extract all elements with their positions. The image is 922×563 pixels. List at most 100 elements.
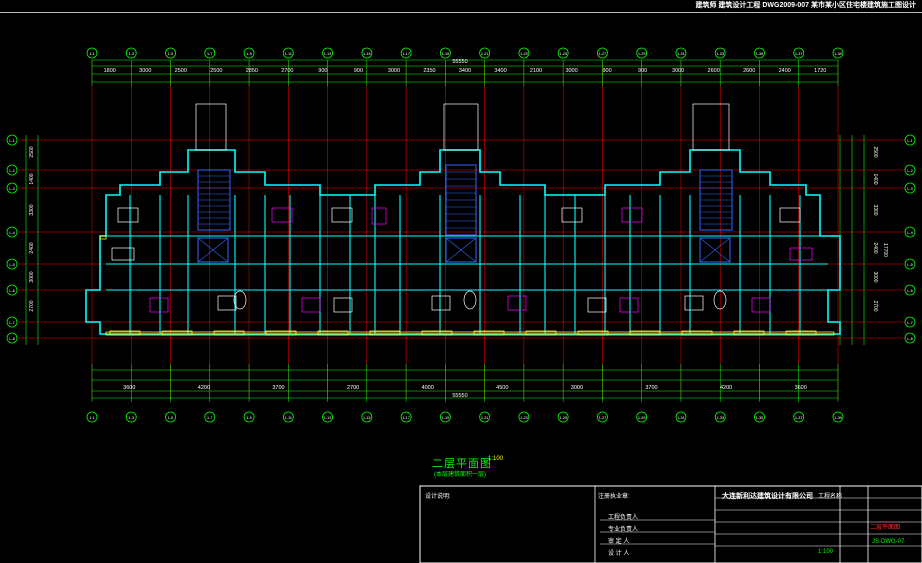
dim-top-text-19: 2400 — [779, 68, 791, 74]
dim-bottom-text-0: 3600 — [123, 385, 135, 391]
dim-left-text-4: 3000 — [29, 271, 35, 282]
axis-label-right-3: L-4 — [907, 231, 913, 235]
axis-label-top-4: 1-9 — [246, 52, 252, 56]
dim-left-text-0: 2500 — [29, 146, 35, 157]
dim-bottom-text-4: 4000 — [422, 385, 434, 391]
title-block — [419, 485, 922, 563]
axis-label-top-17: 1-35 — [756, 52, 764, 56]
axis-label-top-9: 1-19 — [442, 52, 450, 56]
dim-top-text-17: 2600 — [708, 68, 720, 74]
dim-right-text-4: 3000 — [872, 271, 878, 282]
furniture-item-6 — [333, 297, 353, 313]
furniture-item-0 — [111, 247, 135, 261]
dim-top-text-0: 1800 — [104, 68, 116, 74]
dim-top-text-12: 2100 — [530, 68, 542, 74]
axis-label-top-7: 1-15 — [363, 52, 371, 56]
axis-label-bot-13: 1-27 — [599, 416, 607, 420]
dim-top-text-7: 900 — [354, 68, 363, 74]
axis-label-bot-8: 1-17 — [402, 416, 410, 420]
furniture-item-5 — [301, 297, 321, 313]
axis-label-top-8: 1-17 — [402, 52, 410, 56]
furniture-item-9 — [507, 295, 527, 311]
wall-outline — [85, 103, 841, 336]
axis-label-bot-2: 1-5 — [168, 416, 174, 420]
dim-top-text-15: 900 — [638, 68, 647, 74]
title-note-label: 设计说明: — [425, 494, 451, 500]
furniture-item-8 — [431, 295, 451, 311]
furniture-item-3 — [271, 207, 293, 223]
floor-plan-drawing: 1-1 1-1 1-3 1-3 1-5 1-5 1-7 1-7 1-9 1-9 1-11 1-11 1-… — [6, 47, 922, 563]
bath-fixture-1 — [463, 290, 477, 310]
furniture-item-17 — [789, 247, 813, 261]
axis-label-top-12: 1-25 — [559, 52, 567, 56]
title-sign-label: 注册执业章: — [598, 494, 630, 500]
plan-subtitle: (本层建筑面积一层) — [434, 472, 486, 478]
axis-label-bot-4: 1-9 — [246, 416, 252, 420]
axis-label-top-16: 1-33 — [716, 52, 724, 56]
drawing-header-text: 建筑师 建筑设计工程 DWG2009-007 某市某小区住宅楼建筑施工图设计 — [695, 2, 916, 9]
axis-label-right-1: L-2 — [907, 169, 913, 173]
axis-label-top-10: 1-21 — [481, 52, 489, 56]
furniture-item-13 — [619, 297, 639, 313]
dimension-lines — [25, 59, 865, 402]
title-scale: 1:100 — [818, 549, 834, 555]
dim-bottom-text-8: 4200 — [720, 385, 732, 391]
axis-label-right-6: L-7 — [907, 321, 913, 325]
dim-top-text-13: 3000 — [565, 68, 577, 74]
axis-label-bot-10: 1-21 — [481, 416, 489, 420]
axis-label-left-1: L-2 — [9, 169, 15, 173]
axis-label-left-2: L-3 — [9, 187, 15, 191]
dim-bottom-text-6: 3000 — [571, 385, 583, 391]
axis-label-bot-17: 1-35 — [756, 416, 764, 420]
dim-top-text-10: 3400 — [459, 68, 471, 74]
axis-label-left-0: L-1 — [9, 139, 15, 143]
overall-dim-top-text: 55550 — [452, 59, 467, 65]
title-role-1: 工程负责人 — [608, 515, 639, 521]
furniture-item-16 — [779, 207, 801, 223]
axis-label-bot-19: 1-39 — [834, 416, 842, 420]
axis-label-top-19: 1-39 — [834, 52, 842, 56]
dim-bottom-text-5: 4500 — [496, 385, 508, 391]
axis-label-bot-6: 1-13 — [324, 416, 332, 420]
axis-label-left-4: L-5 — [9, 263, 15, 267]
axis-label-top-15: 1-31 — [677, 52, 685, 56]
dim-left-text-2: 3300 — [29, 204, 35, 215]
axis-label-top-18: 1-37 — [795, 52, 803, 56]
dimension-text: 1800 3000 2500 2500 2850 2700 900 900 3000 2350 34… — [29, 59, 888, 399]
overall-dim-bottom-text: 55550 — [452, 393, 467, 399]
dim-bottom-text-2: 3700 — [272, 385, 284, 391]
roof-stair-box-0 — [195, 103, 227, 151]
dim-top-text-3: 2500 — [210, 68, 222, 74]
title-block-frame — [419, 485, 922, 563]
axis-label-right-5: L-6 — [907, 289, 913, 293]
furniture-item-10 — [561, 207, 583, 223]
axis-label-bot-14: 1-29 — [638, 416, 646, 420]
roof-stair-box-2 — [692, 103, 730, 151]
axis-label-left-6: L-7 — [9, 321, 15, 325]
axis-label-top-11: 1-23 — [520, 52, 528, 56]
axis-label-left-5: L-6 — [9, 289, 15, 293]
axis-label-top-14: 1-29 — [638, 52, 646, 56]
axis-label-bot-1: 1-3 — [129, 416, 135, 420]
axis-label-right-4: L-5 — [907, 263, 913, 267]
dim-right-text-2: 3300 — [872, 204, 878, 215]
furniture-symbols — [111, 207, 813, 313]
dim-bottom-text-3: 2700 — [347, 385, 359, 391]
dim-bottom-text-7: 3700 — [645, 385, 657, 391]
title-role-4: 设 计 人 — [608, 551, 630, 557]
dim-right-text-1: 1400 — [872, 173, 878, 184]
axis-label-bot-18: 1-37 — [795, 416, 803, 420]
axis-label-bot-12: 1-25 — [559, 416, 567, 420]
axis-label-top-2: 1-5 — [168, 52, 174, 56]
title-role-2: 专业负责人 — [608, 527, 639, 533]
axis-label-top-1: 1-3 — [129, 52, 135, 56]
dim-top-text-20: 1720 — [814, 68, 826, 74]
furniture-item-14 — [684, 295, 704, 311]
title-drawing-name: 二层平面图 — [870, 525, 901, 531]
axis-label-bot-0: 1-1 — [89, 416, 95, 420]
axis-label-left-7: L-8 — [9, 337, 15, 341]
axis-label-top-13: 1-27 — [599, 52, 607, 56]
building-outline — [85, 149, 841, 335]
title-role-3: 审 定 人 — [608, 539, 630, 545]
furniture-item-15 — [751, 297, 771, 313]
